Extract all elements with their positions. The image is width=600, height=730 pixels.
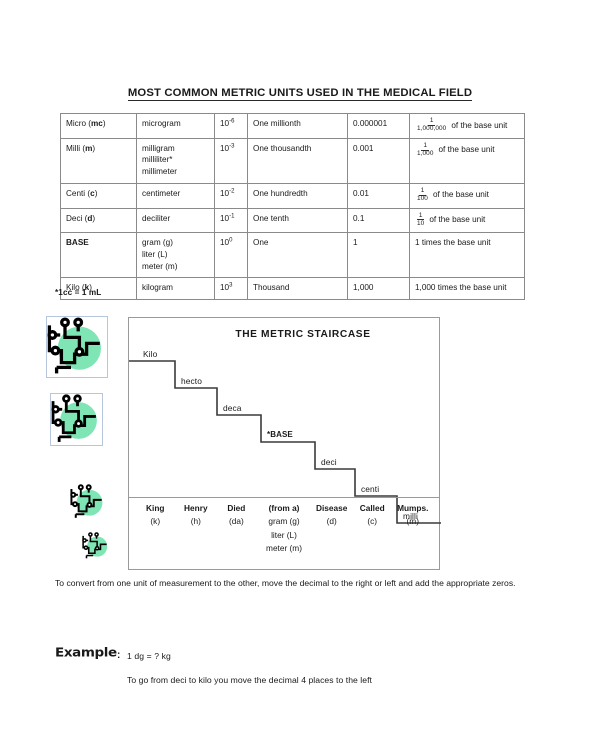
mnemonic-symbol: (c) [367,516,378,527]
mnemonic-symbol: meter (m) [266,543,302,554]
mnemonic-column: (from a) gram (g) liter (L) meter (m) [257,502,312,556]
mnemonic-row: King (k) Henry (h) Died (da) (from a) gram (g) l… [129,502,439,556]
circuit-staircase-glyph [82,532,108,559]
cell-word-form: One thousandth [247,137,348,184]
mnemonic-column: Disease (d) [311,502,352,556]
cell-decimal: 0.01 [347,182,410,209]
table-row: Milli (m) milligram milliliter* millimeter 1… [60,137,525,184]
cell-base-relation: 1 1,000,000 of the base unit [409,113,525,139]
mnemonic-divider [129,497,439,498]
cell-unit-names: deciliter [136,207,215,234]
staircase-step-kilo: Kilo [143,349,158,359]
mnemonic-column: Mumps. (m) [392,502,433,556]
cell-word-form: One millionth [247,113,348,139]
cell-base-relation: 1 times the base unit [409,232,525,279]
mnemonic-column: Henry (h) [176,502,217,556]
mnemonic-column: Died (da) [216,502,257,556]
cell-unit-names: kilogram [136,277,215,300]
cell-prefix: Centi (c) [60,182,137,209]
metric-staircase-diagram: THE METRIC STAIRCASE Kilo hecto deca *BASE d… [128,317,441,570]
table-row: BASE gram (g) liter (L) meter (m) 100 One 1 1 t… [60,232,525,279]
circuit-staircase-glyph [70,484,103,518]
table-row: Kilo (k) kilogram 103 Thousand 1,000 1,000 ti… [60,277,525,300]
staircase-step-centi: centi [361,484,380,494]
mnemonic-symbol: (k) [150,516,161,527]
cell-prefix: Deci (d) [60,207,137,234]
mnemonic-word: Died [227,503,246,513]
mnemonic-symbol: (da) [228,516,244,527]
mnemonic-symbol: liter (L) [271,529,297,540]
page-title: MOST COMMON METRIC UNITS USED IN THE MED… [0,87,600,101]
staircase-step-base: *BASE [267,430,293,439]
cell-prefix: Milli (m) [60,137,137,184]
cell-unit-names: centimeter [136,182,215,209]
cell-word-form: Thousand [247,277,348,300]
cell-decimal: 0.001 [347,137,410,184]
circuit-staircase-glyph [51,394,97,442]
mnemonic-word: Henry [184,503,208,513]
cell-unit-names: milligram milliliter* millimeter [136,137,215,184]
table-row: Micro (mc) microgram 10-6 One millionth 0.00… [60,113,525,139]
cell-power: 103 [214,277,248,300]
staircase-step-deca: deca [223,403,242,413]
metric-units-table: Micro (mc) microgram 10-6 One millionth 0.00… [60,113,525,300]
cell-decimal: 0.1 [347,207,410,234]
cell-decimal: 1 [347,232,410,279]
cell-power: 10-1 [214,207,248,234]
circuit-staircase-icon [50,393,103,446]
cell-unit-names: microgram [136,113,215,139]
cell-base-relation: 1 1,000 of the base unit [409,137,525,184]
cell-base-relation: 1,000 times the base unit [409,277,525,300]
cell-decimal: 0.000001 [347,113,410,139]
table-row: Deci (d) deciliter 10-1 One tenth 0.1 1 10 of t… [60,207,525,234]
cell-prefix: Micro (mc) [60,113,137,139]
mnemonic-word: King [146,503,165,513]
mnemonic-column: Called (c) [352,502,393,556]
cell-power: 10-6 [214,113,248,139]
mnemonic-column: King (k) [135,502,176,556]
staircase-step-deci: deci [321,457,337,467]
circuit-staircase-icon [46,316,108,378]
mnemonic-word: Mumps. [397,503,429,513]
cell-power: 10-2 [214,182,248,209]
circuit-staircase-icon [70,484,106,520]
cell-prefix: BASE [60,232,137,279]
cell-base-relation: 1 100 of the base unit [409,182,525,209]
staircase-step-hecto: hecto [181,376,202,386]
mnemonic-symbol: (m) [406,516,419,527]
cell-base-relation: 1 10 of the base unit [409,207,525,234]
circuit-staircase-icon [82,532,110,560]
mnemonic-word: Disease [315,503,348,513]
table-row: Centi (c) centimeter 10-2 One hundredth 0.01… [60,182,525,209]
mnemonic-word: (from a) [268,503,300,513]
conversion-instructions: To convert from one unit of measurement … [55,578,516,588]
cell-decimal: 1,000 [347,277,410,300]
example-heading: Example [55,645,117,661]
cell-word-form: One hundredth [247,182,348,209]
example-equation: 1 dg = ? kg [127,651,171,661]
example-explanation: To go from deci to kilo you move the dec… [127,675,372,685]
cell-unit-names: gram (g) liter (L) meter (m) [136,232,215,279]
page-title-text: MOST COMMON METRIC UNITS USED IN THE MED… [127,87,473,101]
cell-word-form: One tenth [247,207,348,234]
circuit-staircase-glyph [47,317,101,374]
mnemonic-word: Called [359,503,385,513]
mnemonic-symbol: (h) [190,516,201,527]
cell-power: 10-3 [214,137,248,184]
example-colon: : [117,650,121,661]
cell-power: 100 [214,232,248,279]
cell-word-form: One [247,232,348,279]
table-footnote: *1cc = 1 mL [55,288,102,297]
mnemonic-symbol: gram (g) [268,516,300,527]
mnemonic-symbol: (d) [326,516,337,527]
